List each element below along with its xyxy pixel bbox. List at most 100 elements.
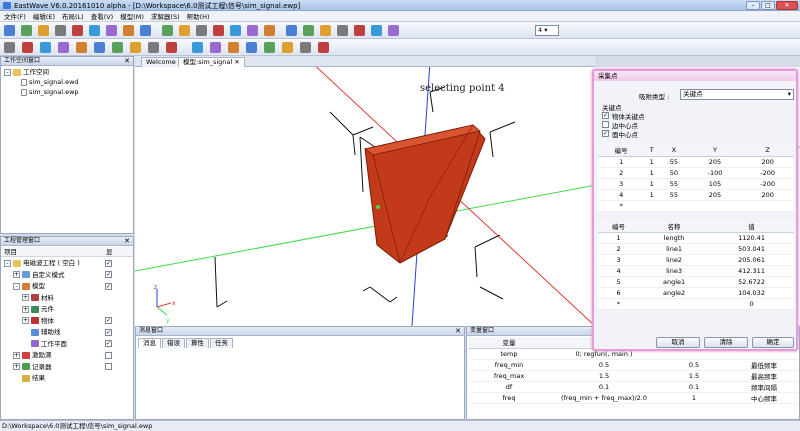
monitor-icon[interactable] xyxy=(192,42,203,53)
visibility-checkbox[interactable]: ✓ xyxy=(105,271,112,278)
measure-icon[interactable] xyxy=(337,25,348,36)
step-combo[interactable]: 4 ▾ xyxy=(535,25,559,36)
visibility-checkbox[interactable]: ✓ xyxy=(105,282,112,290)
save-icon[interactable] xyxy=(38,25,49,36)
mesh-icon[interactable] xyxy=(228,42,239,53)
tab-model[interactable]: 模型:sim_signal ✕ xyxy=(178,57,245,67)
table-row[interactable]: 1 1 55 205 200 xyxy=(598,156,794,168)
visibility-checkbox[interactable] xyxy=(105,363,112,370)
table-row[interactable]: 5 angle1 52.6722 xyxy=(598,276,794,288)
table-row[interactable]: freq_min 0.5 0.5 最低频率 xyxy=(469,359,799,371)
visibility-checkbox[interactable]: ✓ xyxy=(105,340,112,347)
tree-item[interactable]: + 自定义模式 xyxy=(13,270,65,280)
menu-model[interactable]: 模型(M) xyxy=(120,11,144,21)
tree-item[interactable]: + 物体 xyxy=(22,316,54,326)
option-checkbox[interactable]: ✓ xyxy=(602,130,609,137)
tab-tasks[interactable]: 任务 xyxy=(210,338,233,348)
table-row[interactable]: freq_max 1.5 1.5 最高频率 xyxy=(469,370,799,382)
table-row[interactable]: 3 1 55 105 -200 xyxy=(598,178,794,190)
tree-item[interactable]: 结果 xyxy=(13,373,45,383)
expand-icon[interactable]: + xyxy=(13,351,20,359)
menu-view[interactable]: 查看(V) xyxy=(91,11,114,21)
undo-icon[interactable] xyxy=(106,25,117,36)
collapse-icon[interactable]: - xyxy=(4,259,11,267)
sphere-icon[interactable] xyxy=(40,42,51,53)
redo-icon[interactable] xyxy=(123,25,134,36)
model-frustum[interactable] xyxy=(364,124,486,264)
option-checkbox[interactable] xyxy=(602,121,609,128)
material-icon[interactable] xyxy=(148,42,159,53)
tree-item[interactable]: + 材料 xyxy=(22,293,54,303)
menu-layout[interactable]: 布局(L) xyxy=(62,11,84,21)
line-icon[interactable] xyxy=(112,42,123,53)
snap-icon[interactable] xyxy=(354,25,365,36)
zoom-fit-icon[interactable] xyxy=(196,25,207,36)
expand-icon[interactable]: + xyxy=(22,317,29,324)
menu-help[interactable]: 帮助(H) xyxy=(187,11,210,21)
ok-button[interactable]: 确定 xyxy=(752,337,794,348)
tab-welcome[interactable]: Welcome xyxy=(141,57,181,67)
view-front-icon[interactable] xyxy=(213,25,224,36)
menu-file[interactable]: 文件(F) xyxy=(4,11,26,21)
table-row[interactable]: 1 length 1120.41 xyxy=(598,232,794,244)
table-row[interactable]: 4 line3 412.311 xyxy=(598,265,794,277)
tab-errors[interactable]: 错误 xyxy=(162,338,185,348)
table-row[interactable]: 2 line1 503.041 xyxy=(598,243,794,255)
cancel-button[interactable]: 取消 xyxy=(656,337,700,348)
visibility-checkbox[interactable] xyxy=(105,351,112,359)
table-row[interactable]: 2 1 50 -100 -200 xyxy=(598,167,794,179)
table-row[interactable]: * xyxy=(598,200,794,212)
close-icon[interactable]: ✕ xyxy=(776,1,798,10)
torus-icon[interactable] xyxy=(76,42,87,53)
grid-icon[interactable] xyxy=(282,42,293,53)
source-icon[interactable] xyxy=(166,42,177,53)
table-row[interactable]: 6 angle2 104.032 xyxy=(598,287,794,299)
run-icon[interactable] xyxy=(371,25,382,36)
light-icon[interactable] xyxy=(300,42,311,53)
boolean-icon[interactable] xyxy=(210,42,221,53)
clear-button[interactable]: 清除 xyxy=(704,337,748,348)
close-icon[interactable]: ✕ xyxy=(124,57,130,65)
select-icon[interactable] xyxy=(286,25,297,36)
tree-item[interactable]: + 记录器 xyxy=(13,362,52,372)
expand-icon[interactable]: + xyxy=(22,294,29,301)
table-row[interactable]: 4 1 55 205 200 xyxy=(598,189,794,201)
new-icon[interactable] xyxy=(4,25,15,36)
solve-icon[interactable] xyxy=(246,42,257,53)
tree-item[interactable]: - 电磁波工程 ( 空白 ) xyxy=(4,258,80,268)
workspace-file[interactable]: sim_signal.ewd xyxy=(21,77,79,87)
open-icon[interactable] xyxy=(21,25,32,36)
layer-icon[interactable] xyxy=(264,42,275,53)
snap-type-select[interactable]: 关键点 ▾ xyxy=(680,89,794,100)
polygon-icon[interactable] xyxy=(94,42,105,53)
workspace-file[interactable]: sim_signal.ewp xyxy=(21,87,79,97)
expand-icon[interactable]: + xyxy=(13,363,20,370)
collapse-icon[interactable]: - xyxy=(13,282,20,290)
table-row[interactable]: * 0 xyxy=(598,298,794,310)
expand-icon[interactable]: + xyxy=(13,271,20,278)
copy-icon[interactable] xyxy=(72,25,83,36)
curve-icon[interactable] xyxy=(130,42,141,53)
cylinder-icon[interactable] xyxy=(22,42,33,53)
cone-icon[interactable] xyxy=(58,42,69,53)
box-icon[interactable] xyxy=(4,42,15,53)
close-icon[interactable]: ✕ xyxy=(124,237,130,245)
table-row[interactable]: freq (freq_min + freq_max)/2.0 1 中心频率 xyxy=(469,392,799,404)
table-row[interactable]: 3 line2 205.061 xyxy=(598,254,794,266)
tree-item[interactable]: 工作平面 xyxy=(22,339,67,349)
view-iso-icon[interactable] xyxy=(264,25,275,36)
settings-icon[interactable] xyxy=(388,25,399,36)
table-row[interactable]: df 0.1 0.1 频率间隔 xyxy=(469,381,799,393)
tab-compute[interactable]: 算性 xyxy=(186,338,209,348)
pan-icon[interactable] xyxy=(320,25,331,36)
cut-icon[interactable] xyxy=(55,25,66,36)
option-checkbox[interactable]: ✓ xyxy=(602,112,609,119)
view-side-icon[interactable] xyxy=(247,25,258,36)
visibility-checkbox[interactable]: ✓ xyxy=(105,328,112,336)
tree-item[interactable]: + 激励源 xyxy=(13,350,52,360)
camera-icon[interactable] xyxy=(318,42,329,53)
delete-icon[interactable] xyxy=(140,25,151,36)
visibility-checkbox[interactable]: ✓ xyxy=(105,317,112,324)
menu-edit[interactable]: 编辑(E) xyxy=(33,11,55,21)
visibility-checkbox[interactable]: ✓ xyxy=(105,259,112,267)
